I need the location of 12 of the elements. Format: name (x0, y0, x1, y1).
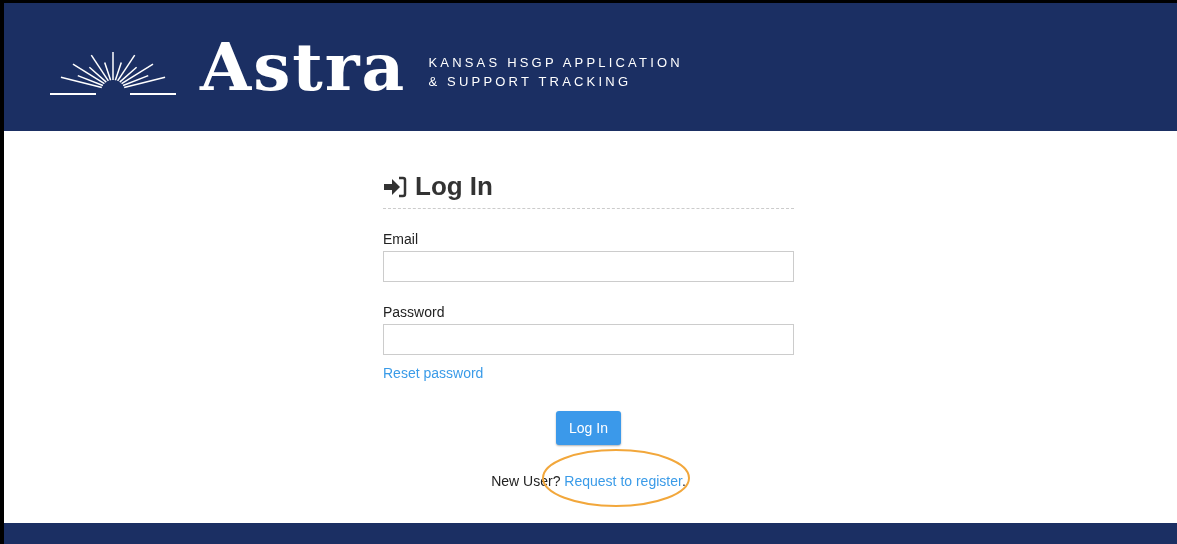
sign-in-icon (383, 175, 407, 198)
heading-text: Log In (415, 171, 493, 202)
login-button[interactable]: Log In (556, 411, 621, 445)
field-label: Password (383, 304, 445, 320)
reset-password-link[interactable]: Reset password (383, 365, 484, 381)
tagline: & SUPPORT TRACKING (428, 74, 633, 89)
tagline: KANSAS HSGP APPLICATION (428, 55, 683, 70)
field-label: Email (383, 231, 418, 247)
register-link[interactable]: Request to register (564, 473, 682, 489)
logo-text: Astra (200, 28, 407, 106)
input-field[interactable] (383, 324, 794, 355)
input-field[interactable] (383, 251, 794, 282)
